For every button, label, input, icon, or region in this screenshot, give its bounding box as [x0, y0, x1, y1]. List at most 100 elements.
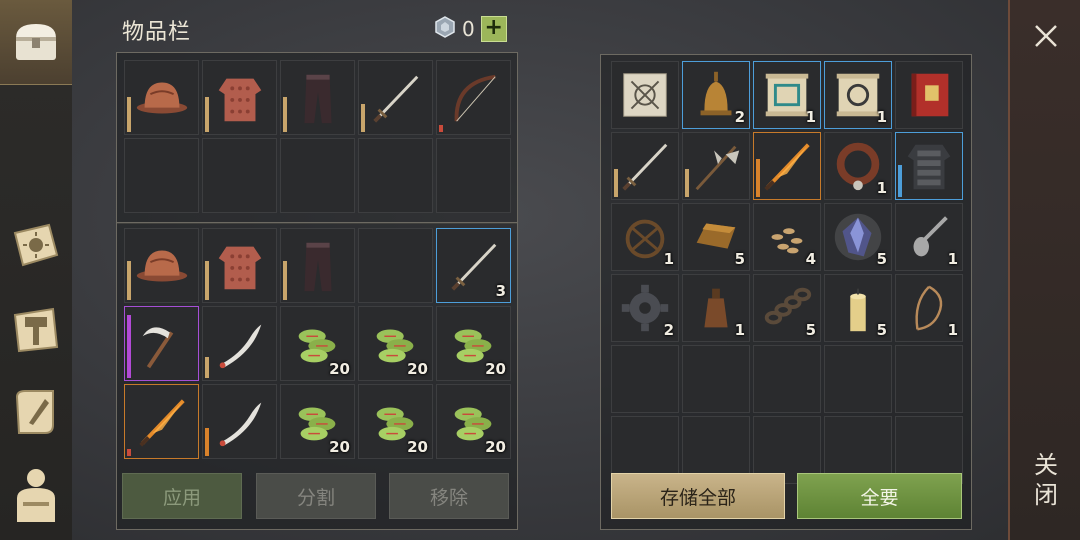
empty-slot[interactable]: [824, 345, 892, 413]
slot-flame-sword[interactable]: [124, 384, 199, 459]
crafting-book-icon[interactable]: [4, 214, 68, 278]
slot-collar[interactable]: 1: [824, 132, 892, 200]
slot-green-coins[interactable]: 20: [436, 384, 511, 459]
durability-bar: [205, 261, 209, 300]
build-hammer-icon[interactable]: [4, 298, 68, 362]
item-count: 5: [805, 321, 816, 339]
empty-slot[interactable]: [124, 138, 199, 213]
left-nav: [0, 0, 72, 540]
empty-slot[interactable]: [436, 138, 511, 213]
item-count: 1: [734, 321, 745, 339]
item-count: 20: [485, 438, 506, 456]
slot-halberd[interactable]: [682, 132, 750, 200]
item-count: 1: [947, 250, 958, 268]
item-count: 3: [495, 282, 506, 300]
slot-helmet[interactable]: [124, 60, 199, 135]
close-icon[interactable]: [1026, 16, 1066, 56]
slot-green-coins[interactable]: 20: [436, 306, 511, 381]
storage-grid: 2 1 1 1 1 5 4 5 1 2 1 5 5 1: [611, 61, 963, 484]
slot-sword[interactable]: [358, 60, 433, 135]
slot-bell[interactable]: 2: [682, 61, 750, 129]
slot-scythe[interactable]: [124, 306, 199, 381]
item-count: 20: [329, 438, 350, 456]
paper-map-icon: [616, 66, 674, 124]
slot-pants[interactable]: [280, 60, 355, 135]
slot-seeds[interactable]: 4: [753, 203, 821, 271]
empty-slot[interactable]: [358, 228, 433, 303]
slot-pants[interactable]: [280, 228, 355, 303]
slot-chain[interactable]: 5: [753, 274, 821, 342]
halberd-icon: [687, 137, 745, 195]
slot-paper-map[interactable]: [611, 61, 679, 129]
pants-icon: [285, 233, 350, 298]
slot-bronze-ingot[interactable]: 5: [682, 203, 750, 271]
item-count: 20: [407, 360, 428, 378]
slot-green-coins[interactable]: 20: [358, 306, 433, 381]
empty-slot[interactable]: [753, 345, 821, 413]
item-count: 2: [663, 321, 674, 339]
empty-slot[interactable]: [611, 345, 679, 413]
helmet-icon: [129, 65, 194, 130]
apply-button[interactable]: 应用: [122, 473, 242, 519]
slot-plate-armor[interactable]: [895, 132, 963, 200]
slot-green-coins[interactable]: 20: [280, 306, 355, 381]
slot-green-coins[interactable]: 20: [280, 384, 355, 459]
slot-dark-scroll[interactable]: 1: [824, 61, 892, 129]
store-all-button[interactable]: 存储全部: [611, 473, 785, 519]
slot-candle[interactable]: 5: [824, 274, 892, 342]
split-button[interactable]: 分割: [256, 473, 376, 519]
slot-chainmail-shirt[interactable]: [202, 60, 277, 135]
slot-chainmail-shirt[interactable]: [202, 228, 277, 303]
item-count: 5: [876, 321, 887, 339]
durability-bar: [205, 97, 209, 132]
empty-slot[interactable]: [280, 138, 355, 213]
slot-flame-sword[interactable]: [753, 132, 821, 200]
slot-leather-flask[interactable]: 1: [682, 274, 750, 342]
page-title: 物品栏: [122, 20, 192, 45]
durability-bar: [283, 97, 287, 132]
slot-trap[interactable]: 1: [611, 203, 679, 271]
empty-slot[interactable]: [358, 138, 433, 213]
chainmail-shirt-icon: [207, 65, 272, 130]
take-all-button[interactable]: 全要: [797, 473, 962, 519]
chainmail-shirt-icon: [207, 233, 272, 298]
slot-spoon[interactable]: 1: [895, 203, 963, 271]
slot-gear[interactable]: 2: [611, 274, 679, 342]
item-count: 1: [876, 108, 887, 126]
durability-bar: [205, 357, 209, 378]
empty-slot[interactable]: [682, 345, 750, 413]
pants-icon: [285, 65, 350, 130]
empty-slot[interactable]: [895, 345, 963, 413]
durability-bar: [756, 159, 760, 197]
add-currency-button[interactable]: +: [480, 16, 507, 42]
empty-slot[interactable]: [202, 138, 277, 213]
slot-rope[interactable]: 1: [895, 274, 963, 342]
remove-button[interactable]: 移除: [389, 473, 509, 519]
character-icon[interactable]: [4, 462, 68, 526]
gem-icon: [434, 16, 456, 42]
helmet-icon: [129, 233, 194, 298]
durability-bar: [127, 261, 131, 300]
durability-bar: [127, 97, 131, 132]
slot-sword[interactable]: 3: [436, 228, 511, 303]
slot-bow[interactable]: [436, 60, 511, 135]
slot-green-coins[interactable]: 20: [358, 384, 433, 459]
slot-teal-scroll[interactable]: 1: [753, 61, 821, 129]
slot-helmet[interactable]: [124, 228, 199, 303]
slot-wavy-sword[interactable]: [202, 384, 277, 459]
item-count: 20: [485, 360, 506, 378]
slot-crystal[interactable]: 5: [824, 203, 892, 271]
durability-bar: [898, 165, 902, 197]
quest-scroll-icon[interactable]: [4, 380, 68, 444]
item-count: 1: [876, 179, 887, 197]
slot-saber[interactable]: [202, 306, 277, 381]
red-book-icon: [900, 66, 958, 124]
saber-icon: [207, 311, 272, 376]
close-button[interactable]: 关闭: [1032, 450, 1060, 510]
durability-bar: [127, 449, 131, 456]
slot-long-sword[interactable]: [611, 132, 679, 200]
durability-bar: [685, 169, 689, 197]
durability-bar: [127, 315, 131, 378]
slot-red-book[interactable]: [895, 61, 963, 129]
chest-icon[interactable]: [4, 10, 68, 74]
